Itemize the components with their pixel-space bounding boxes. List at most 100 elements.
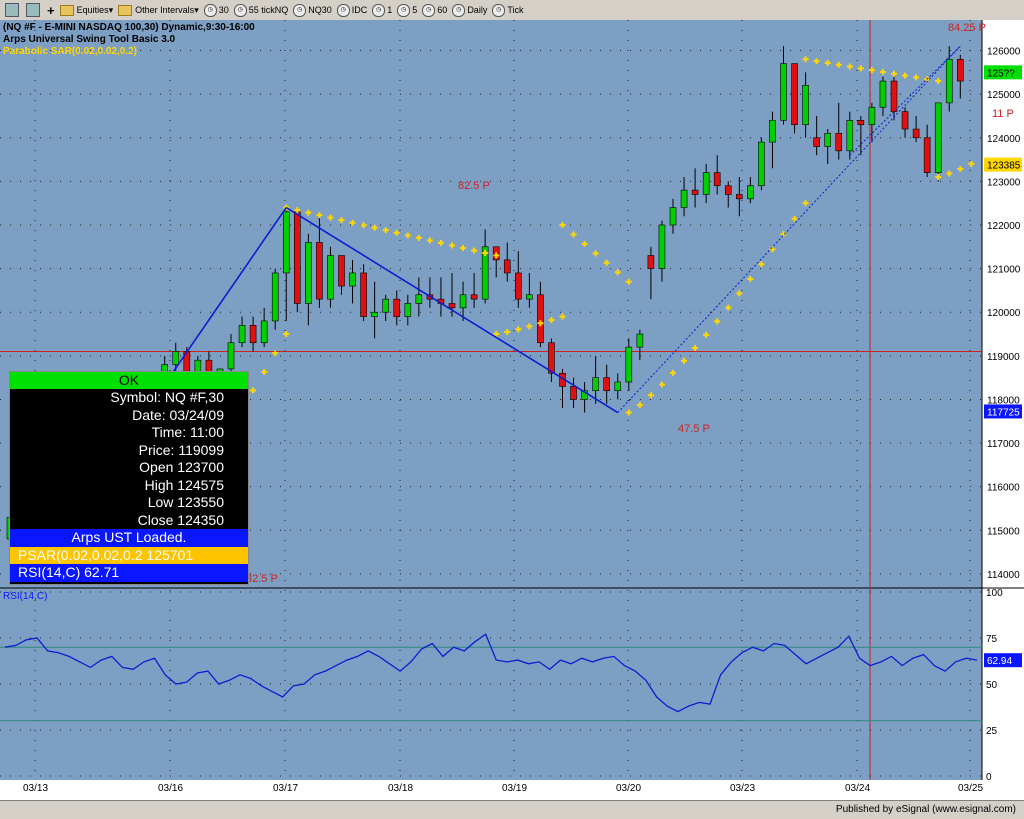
sar-title: Parabolic SAR(0.02,0.02,0.2) <box>3 46 137 57</box>
candle-body <box>316 242 323 300</box>
interval-icon: ◷ <box>422 3 436 17</box>
candle-body <box>791 63 798 125</box>
candle-body <box>293 211 301 304</box>
candle-body <box>813 137 820 147</box>
candle-body <box>503 259 511 274</box>
info-rsi: RSI(14,C) 62.71 <box>10 564 248 582</box>
rsi-tick-label: 0 <box>986 772 992 783</box>
interval-icon: ◷ <box>233 3 247 17</box>
rsi-tick-label: 25 <box>986 726 998 737</box>
y-tick-label: 125000 <box>987 90 1021 101</box>
toolbar-item-5[interactable]: ◷ 30 <box>203 3 229 17</box>
swing-annotation: 32.5 P <box>246 573 278 585</box>
candle-body <box>724 185 732 195</box>
candle-body <box>879 80 887 108</box>
candle-body <box>260 320 268 344</box>
toolbar-item-2[interactable]: + <box>47 3 55 18</box>
toolbar-label: NQ30 <box>308 5 332 15</box>
toolbar-item-10[interactable]: ◷ 5 <box>397 3 418 17</box>
candle-body <box>305 242 312 304</box>
candle-body <box>371 311 378 317</box>
interval-icon: ◷ <box>336 3 350 17</box>
grid-icon <box>5 3 19 17</box>
candle-body <box>802 85 809 125</box>
toolbar-item-6[interactable]: ◷ 55 tickNQ <box>233 3 288 17</box>
candle-body <box>625 346 633 383</box>
toolbar-label: Tick <box>507 5 524 15</box>
candle-body <box>249 325 257 344</box>
toolbar: + Equities ▾ Other Intervals ▾ ◷ 30 ◷ 55 tickN… <box>0 0 1024 21</box>
candle-body <box>271 272 279 322</box>
candle-body <box>172 351 180 365</box>
toolbar-item-1[interactable] <box>26 3 42 17</box>
x-tick-label: 03/23 <box>730 783 755 794</box>
toolbar-label: 5 <box>412 5 418 15</box>
candle-body <box>713 172 721 187</box>
chart-title: (NQ #F - E-MINI NASDAQ 100,30) Dynamic,9… <box>3 22 255 33</box>
candle-body <box>526 294 533 300</box>
candle-body <box>548 342 555 374</box>
y-tick-label: 116000 <box>987 483 1020 494</box>
y-tick-label: 115000 <box>987 526 1020 537</box>
candle-body <box>934 102 942 173</box>
x-tick-label: 03/25 <box>958 783 983 794</box>
candle-body <box>702 172 710 195</box>
candle-body <box>592 377 599 392</box>
info-psar: PSAR(0.02,0.02,0.2 125701 <box>10 546 248 564</box>
candle-body <box>448 303 456 309</box>
x-tick-label: 03/24 <box>845 783 870 794</box>
toolbar-label: Equities <box>76 5 109 15</box>
plus-icon: + <box>47 2 55 18</box>
interval-icon: ◷ <box>203 3 217 17</box>
candle-body <box>846 120 854 152</box>
folder-icon <box>118 4 133 16</box>
candle-body <box>647 255 655 269</box>
candle-body <box>901 111 909 130</box>
toolbar-item-7[interactable]: ◷ NQ30 <box>293 3 332 17</box>
interval-icon: ◷ <box>397 3 411 17</box>
x-tick-label: 03/13 <box>23 783 48 794</box>
info-ust: Arps UST Loaded. <box>10 529 248 547</box>
price-tag-label: 117725 <box>987 407 1020 418</box>
folder-icon <box>59 4 74 16</box>
interval-icon: ◷ <box>372 3 386 17</box>
publisher-text: Published by eSignal (www.esignal.com) <box>835 804 1016 815</box>
candle-body <box>912 128 920 139</box>
candle-body <box>857 120 865 125</box>
swing-annotation: 82.5 P <box>458 180 490 192</box>
candle-body <box>680 189 688 208</box>
rsi-title: RSI(14,C) <box>3 591 47 602</box>
info-date: Date: 03/24/09 <box>132 406 224 423</box>
toolbar-item-12[interactable]: ◷ Daily <box>452 3 487 17</box>
toolbar-item-8[interactable]: ◷ IDC <box>336 3 367 17</box>
rsi-tick-label: 75 <box>986 634 998 645</box>
cursor-info-window[interactable]: OK Symbol: NQ #F,30 Date: 03/24/09 Time:… <box>9 371 249 585</box>
info-open: Open 123700 <box>139 459 224 475</box>
price-tag-label: 123385 <box>987 161 1021 172</box>
candle-body <box>282 211 290 274</box>
candle-body <box>349 272 356 287</box>
toolbar-item-9[interactable]: ◷ 1 <box>372 3 392 17</box>
info-high: High 124575 <box>144 476 224 493</box>
candle-body <box>459 294 467 309</box>
candle-body <box>824 133 832 147</box>
chevron-down-icon: ▾ <box>108 4 114 15</box>
candle-body <box>227 342 235 370</box>
toolbar-item-11[interactable]: ◷ 60 <box>422 3 448 17</box>
swing-annotation: 11 P <box>992 108 1014 120</box>
y-tick-label: 122000 <box>987 221 1021 232</box>
toolbar-item-3[interactable]: Equities ▾ <box>59 4 114 16</box>
toolbar-item-0[interactable] <box>5 3 21 17</box>
chart-icon <box>26 3 40 17</box>
candle-body <box>669 207 677 226</box>
x-tick-label: 03/20 <box>616 783 641 794</box>
y-tick-label: 119000 <box>987 352 1020 363</box>
ok-button[interactable]: OK <box>10 372 248 389</box>
toolbar-item-4[interactable]: Other Intervals ▾ <box>118 4 199 16</box>
y-tick-label: 123000 <box>987 177 1021 188</box>
candle-body <box>338 255 345 287</box>
candle-body <box>956 58 964 82</box>
toolbar-label: 60 <box>437 5 448 15</box>
candle-body <box>658 224 666 269</box>
toolbar-item-13[interactable]: ◷ Tick <box>492 3 524 17</box>
